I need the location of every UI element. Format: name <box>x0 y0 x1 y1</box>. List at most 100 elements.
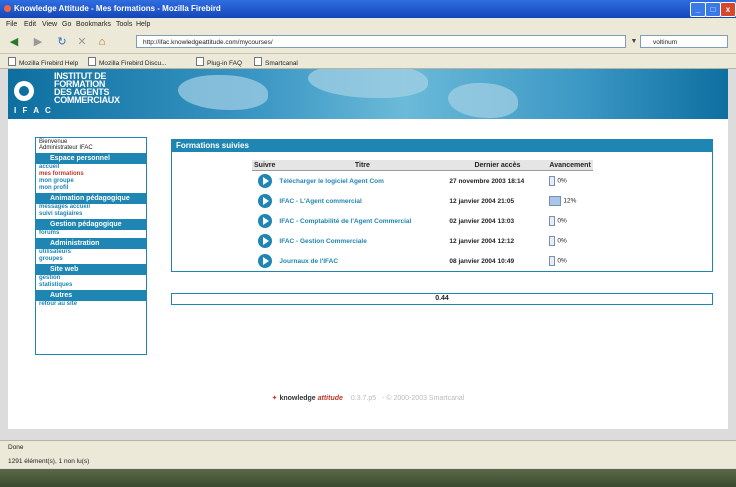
status-count: 1291 élément(s), 1 non lu(s) <box>8 458 90 465</box>
ifac-logo <box>14 81 34 101</box>
page-icon <box>8 57 16 66</box>
page-icon <box>88 57 96 66</box>
formations-table: Suivre Titre Dernier accès Avancement Té… <box>252 160 593 271</box>
sidebar-item-messages-accueil[interactable]: messages accueil <box>36 204 146 211</box>
world-map-shape <box>448 83 518 118</box>
stop-button[interactable]: ✕ <box>74 35 90 49</box>
table-row: Journaux de l'IFAC 08 janvier 2004 10:49… <box>252 251 593 271</box>
page-icon <box>196 57 204 66</box>
menu-bar: File Edit View Go Bookmarks Tools Help <box>0 18 736 32</box>
world-map-shape <box>308 69 428 98</box>
sidebar-item-mon-groupe[interactable]: mon groupe <box>36 178 146 185</box>
welcome-text: Bienvenue Administrateur IFAC <box>39 139 93 151</box>
menu-help[interactable]: Help <box>136 21 150 28</box>
column-header: Avancement <box>547 160 593 171</box>
progress-icon <box>549 216 556 226</box>
progress-value: 0% <box>557 217 567 225</box>
sidebar: Bienvenue Administrateur IFAC Espace per… <box>35 137 147 355</box>
score-box: 0.44 <box>171 293 713 305</box>
reload-button[interactable]: ↻ <box>54 35 70 49</box>
column-header: Titre <box>277 160 448 171</box>
progress-icon <box>549 176 556 186</box>
back-button[interactable]: ◀ <box>6 35 22 49</box>
table-row: IFAC - Comptabilité de l'Agent Commercia… <box>252 211 593 231</box>
bookmark-item[interactable]: Plug-in FAQ <box>196 57 242 67</box>
footer-version: 0.3.7.p5 <box>350 395 377 402</box>
formation-link[interactable]: IFAC - L'Agent commercial <box>279 198 361 205</box>
formation-link[interactable]: IFAC - Comptabilité de l'Agent Commercia… <box>279 218 411 225</box>
menu-bookmarks[interactable]: Bookmarks <box>76 21 111 28</box>
footer-copyright: - © 2000-2003 Smartcanal <box>382 395 465 402</box>
navigation-toolbar: ◀ ▶ ↻ ✕ ⌂ http://ifac.knowledgeattitude.… <box>0 32 736 54</box>
sidebar-item-retour-au-site[interactable]: retour au site <box>36 301 146 308</box>
window-title: Knowledge Attitude - Mes formations - Mo… <box>14 4 221 13</box>
formations-panel: Formations suivies Suivre Titre Dernier … <box>171 139 713 272</box>
bookmark-item[interactable]: Mozilla Firebird Help <box>8 57 78 67</box>
close-button[interactable]: x <box>720 2 736 17</box>
world-map-shape <box>178 75 268 110</box>
progress-value: 0% <box>557 237 567 245</box>
status-bar: Done <box>0 440 736 456</box>
footer-brand: knowledge <box>279 395 316 402</box>
page-icon <box>254 57 262 66</box>
progress-value: 0% <box>557 177 567 185</box>
maximize-button[interactable]: □ <box>705 2 721 17</box>
footer-brand-attitude: attitude <box>317 395 343 402</box>
menu-tools[interactable]: Tools <box>116 21 132 28</box>
minimize-button[interactable]: _ <box>690 2 706 17</box>
sidebar-item-statistiques[interactable]: statistiques <box>36 282 146 289</box>
url-field[interactable]: http://ifac.knowledgeattitude.com/mycour… <box>136 35 626 48</box>
status-bar-secondary: 1291 élément(s), 1 non lu(s) <box>0 456 736 468</box>
desktop-background-strip <box>0 469 736 487</box>
play-icon[interactable] <box>257 254 272 268</box>
menu-edit[interactable]: Edit <box>24 21 36 28</box>
progress-value: 0% <box>557 257 567 265</box>
last-access-date: 02 janvier 2004 13:03 <box>449 217 515 225</box>
last-access-date: 12 janvier 2004 12:12 <box>449 237 515 245</box>
window-titlebar: Knowledge Attitude - Mes formations - Mo… <box>0 0 736 18</box>
sidebar-item-mon-profil[interactable]: mon profil <box>36 185 146 192</box>
last-access-date: 27 novembre 2003 18:14 <box>449 177 525 185</box>
sidebar-item-mes-formations[interactable]: mes formations <box>36 171 146 178</box>
forward-button[interactable]: ▶ <box>30 35 46 49</box>
play-icon[interactable] <box>257 174 272 188</box>
column-header: Suivre <box>252 160 278 171</box>
menu-go[interactable]: Go <box>62 21 71 28</box>
footer: ✦ knowledge attitude 0.3.7.p5 - © 2000-2… <box>8 394 728 402</box>
formation-link[interactable]: IFAC - Gestion Commerciale <box>279 238 366 245</box>
progress-icon <box>549 236 556 246</box>
sidebar-item-accueil[interactable]: accueil <box>36 164 146 171</box>
ifac-label: I F A C <box>14 106 53 115</box>
formation-link[interactable]: Journaux de l'IFAC <box>279 258 338 265</box>
status-text: Done <box>8 444 24 451</box>
knowledge-attitude-logo-icon: ✦ <box>271 395 278 402</box>
table-row: IFAC - Gestion Commerciale 12 janvier 20… <box>252 231 593 251</box>
home-button[interactable]: ⌂ <box>94 35 110 49</box>
panel-title: Formations suivies <box>172 140 712 152</box>
menu-view[interactable]: View <box>42 21 57 28</box>
search-input[interactable]: voltinum <box>640 35 728 48</box>
sidebar-item-groupes[interactable]: groupes <box>36 256 146 263</box>
sidebar-heading: Site web <box>36 264 146 275</box>
table-row: IFAC - L'Agent commercial 12 janvier 200… <box>252 191 593 211</box>
bookmark-item[interactable]: Smartcanal <box>254 57 298 67</box>
sidebar-item-forums[interactable]: forums <box>36 230 146 237</box>
sidebar-item-suivi-stagiaires[interactable]: suivi stagiaires <box>36 211 146 218</box>
last-access-date: 12 janvier 2004 21:05 <box>449 197 515 205</box>
column-header: Dernier accès <box>447 160 548 171</box>
sidebar-heading: Autres <box>36 290 146 301</box>
table-row: Télécharger le logiciel Agent Com 27 nov… <box>252 171 593 192</box>
sidebar-heading: Animation pédagogique <box>36 193 146 204</box>
sidebar-item-utilisateurs[interactable]: utilisateurs <box>36 249 146 256</box>
play-icon[interactable] <box>257 234 272 248</box>
progress-icon <box>549 196 562 206</box>
bookmark-item[interactable]: Mozilla Firebird Discu... <box>88 57 167 67</box>
play-icon[interactable] <box>257 214 272 228</box>
last-access-date: 08 janvier 2004 10:49 <box>449 257 515 265</box>
sidebar-heading: Administration <box>36 238 146 249</box>
menu-file[interactable]: File <box>6 21 17 28</box>
institute-name: INSTITUT DE FORMATION DES AGENTS COMMERC… <box>54 71 120 105</box>
formation-link[interactable]: Télécharger le logiciel Agent Com <box>279 178 384 185</box>
sidebar-item-gestion[interactable]: gestion <box>36 275 146 282</box>
play-icon[interactable] <box>257 194 272 208</box>
